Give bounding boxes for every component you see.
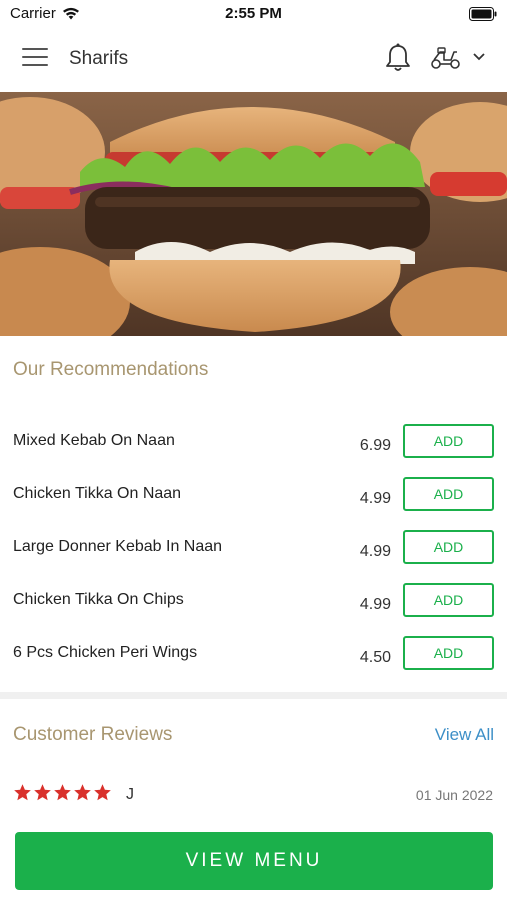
add-button[interactable]: ADD — [403, 636, 494, 670]
chevron-down-icon[interactable] — [472, 52, 486, 62]
scooter-icon[interactable] — [430, 46, 462, 70]
menu-item-name: Chicken Tikka On Chips — [13, 591, 184, 608]
view-all-reviews-link[interactable]: View All — [435, 725, 494, 745]
add-button[interactable]: ADD — [403, 424, 494, 458]
menu-item-name: Large Donner Kebab In Naan — [13, 538, 223, 555]
star-rating — [13, 783, 112, 802]
add-button[interactable]: ADD — [403, 530, 494, 564]
menu-item: Mixed Kebab On Naan 6.99 ADD — [0, 424, 507, 477]
menu-item-name: Mixed Kebab On Naan — [13, 432, 175, 449]
store-name: Sharifs — [69, 48, 129, 69]
status-time: 2:55 PM — [225, 5, 282, 22]
battery-icon — [469, 7, 497, 21]
menu-item-price: 4.99 — [359, 543, 391, 560]
star-icon — [94, 784, 111, 801]
add-button[interactable]: ADD — [403, 583, 494, 617]
review-date: 01 Jun 2022 — [415, 787, 493, 803]
menu-icon[interactable] — [22, 48, 48, 70]
menu-item: Chicken Tikka On Naan 4.99 ADD — [0, 477, 507, 530]
star-icon — [74, 784, 91, 801]
menu-item-price: 4.50 — [359, 649, 391, 666]
menu-item: Chicken Tikka On Chips 4.99 ADD — [0, 583, 507, 636]
review-item: J 01 Jun 2022 — [0, 783, 507, 809]
menu-item-name: 6 Pcs Chicken Peri Wings — [13, 644, 198, 661]
star-icon — [54, 784, 71, 801]
menu-item-price: 4.99 — [359, 490, 391, 507]
menu-item-price: 6.99 — [359, 437, 391, 454]
reviews-title: Customer Reviews — [13, 724, 173, 745]
star-icon — [14, 784, 31, 801]
section-divider — [0, 692, 507, 699]
app-header: Sharifs — [0, 28, 507, 92]
add-button[interactable]: ADD — [403, 477, 494, 511]
view-menu-button[interactable]: VIEW MENU — [15, 832, 493, 890]
recommendations-title: Our Recommendations — [13, 359, 209, 380]
menu-item-price: 4.99 — [359, 596, 391, 613]
reviewer-name: J — [126, 786, 134, 803]
menu-item: 6 Pcs Chicken Peri Wings 4.50 ADD — [0, 636, 507, 689]
menu-item-name: Chicken Tikka On Naan — [13, 485, 182, 502]
menu-item: Large Donner Kebab In Naan 4.99 ADD — [0, 530, 507, 583]
status-bar: Carrier 2:55 PM — [0, 0, 507, 28]
star-icon — [34, 784, 51, 801]
bell-icon[interactable] — [384, 42, 412, 74]
hero-burger-image — [0, 92, 507, 336]
